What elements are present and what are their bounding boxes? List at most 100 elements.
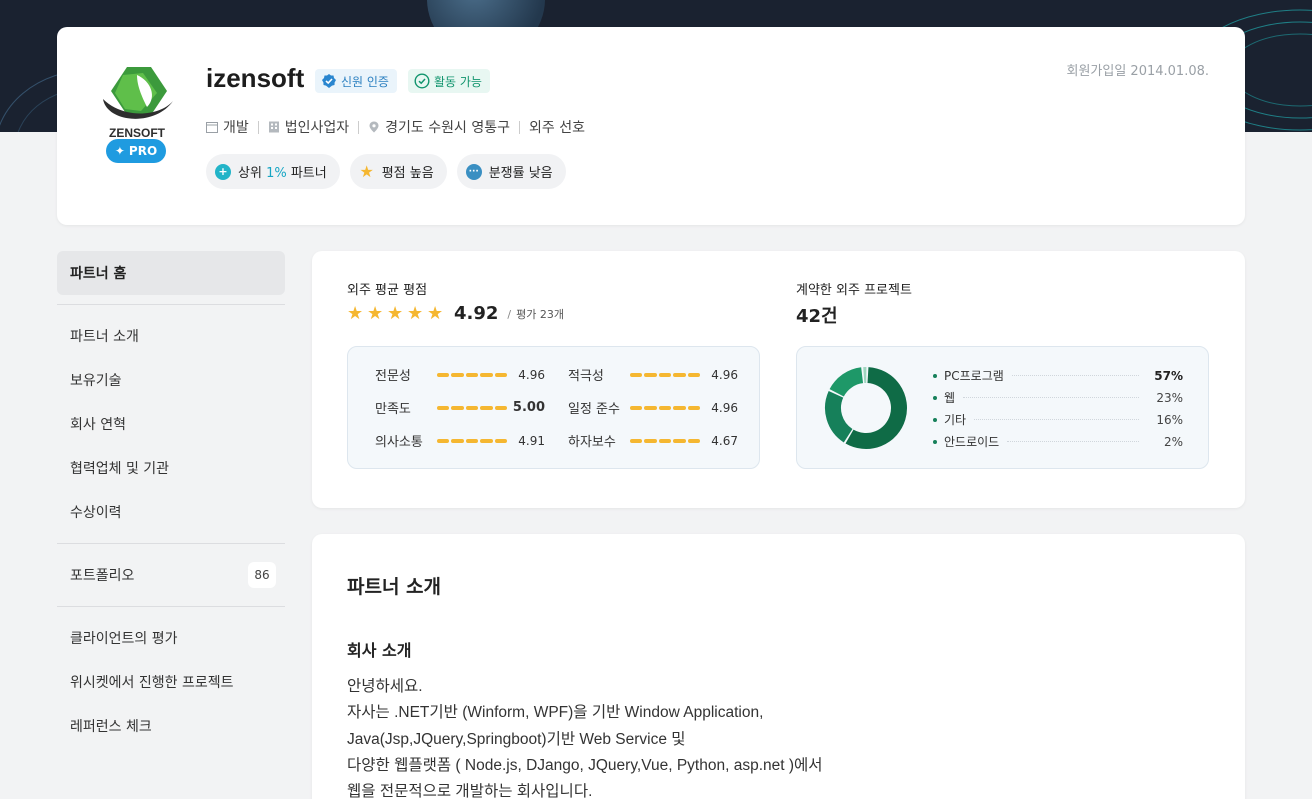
score-value: 4.96: [518, 367, 545, 382]
rating-count-label: 평가 23개: [516, 307, 564, 321]
star-icon: ★: [427, 303, 444, 324]
donut-slice-3: [829, 367, 864, 397]
score-value: 4.96: [711, 400, 738, 415]
partner-meta: 개발 법인사업자 경기도 수원시 영통구 외주 선호: [206, 117, 585, 137]
verified-label: 신원 인증: [341, 74, 389, 89]
score-row: 하자보수 4.67: [568, 431, 738, 451]
score-row: 적극성 4.96: [568, 365, 738, 385]
intro-line: 안녕하세요.: [347, 678, 423, 695]
score-row: 만족도 5.00: [375, 398, 545, 417]
legend-row: 웹 23%: [933, 389, 1183, 406]
rating-separator: /: [507, 307, 512, 321]
score-bar: [630, 405, 701, 410]
score-bar: [437, 438, 508, 443]
score-row: 전문성 4.96: [375, 365, 545, 385]
intro-line: 웹을 전문적으로 개발하는 회사입니다.: [347, 783, 593, 799]
check-circle-icon: [414, 73, 430, 89]
sidebar-item-wishket-projects[interactable]: 위시켓에서 진행한 프로젝트: [57, 660, 285, 704]
meta-category-label: 개발: [223, 120, 249, 136]
legend-dot: [933, 417, 937, 422]
score-value: 5.00: [512, 400, 545, 415]
pro-badge: ✦ PRO: [106, 139, 166, 163]
partner-stats-card: 외주 평균 평점 ★ ★ ★ ★ ★ 4.92 / 평가 23개 계약한 외주 프…: [312, 251, 1245, 508]
sidebar-item-partner-home[interactable]: 파트너 홈: [57, 251, 285, 295]
project-category-panel: PC프로그램 57% 웹 23% 기타 16% 안드로이드 2%: [796, 346, 1209, 469]
projects-count: 42건: [796, 306, 838, 327]
meta-separator: [358, 120, 360, 134]
score-label: 일정 준수: [568, 402, 620, 417]
sidebar-item-partners[interactable]: 협력업체 및 기관: [57, 446, 285, 490]
legend-row: 안드로이드 2%: [933, 433, 1183, 450]
legend-row: PC프로그램 57%: [933, 367, 1183, 384]
legend-percent: 57%: [1154, 368, 1183, 383]
availability-badge: 활동 가능: [408, 69, 490, 93]
logo-wordmark: ZENSOFT: [109, 126, 166, 140]
project-category-donut-chart: [825, 367, 907, 449]
join-date: 회원가입일 2014.01.08.: [1066, 64, 1210, 79]
availability-label: 활동 가능: [434, 74, 482, 89]
legend-leader: [1007, 441, 1139, 442]
intro-line: 자사는 .NET기반 (Winform, WPF)을 기반 Window App…: [347, 704, 764, 722]
intro-line: 다양한 웹플랫폼 ( Node.js, DJango, JQuery,Vue, …: [347, 756, 823, 774]
score-value: 4.91: [518, 433, 545, 448]
score-row: 의사소통 4.91: [375, 431, 545, 451]
score-label: 적극성: [568, 369, 604, 384]
sidebar-item-skills[interactable]: 보유기술: [57, 358, 285, 402]
verified-badge: 신원 인증: [315, 69, 397, 93]
score-bar: [630, 372, 701, 377]
building-icon: [268, 121, 279, 133]
partner-highlight-chips: + 상위 1% 파트너 ★ 평점 높음 ··· 분쟁률 낮음: [206, 154, 566, 189]
partner-sidebar-nav: 파트너 홈 파트너 소개 보유기술 회사 연혁 협력업체 및 기관 수상이력 포…: [57, 251, 285, 748]
score-label: 의사소통: [375, 435, 423, 450]
score-bar: [437, 372, 508, 377]
calendar-icon: [206, 122, 218, 133]
intro-line: Java(Jsp,JQuery,Springboot)기반 Web Servic…: [347, 730, 686, 748]
score-label: 하자보수: [568, 435, 616, 450]
average-rating: ★ ★ ★ ★ ★ 4.92 / 평가 23개: [347, 303, 564, 324]
legend-percent: 2%: [1163, 434, 1183, 449]
chip-top-partner: + 상위 1% 파트너: [206, 154, 340, 189]
sidebar-item-portfolio-label: 포트폴리오: [70, 568, 135, 584]
chip-dispute-low-label: 분쟁률 낮음: [488, 166, 553, 181]
sidebar-item-introduction[interactable]: 파트너 소개: [57, 314, 285, 358]
sidebar-divider: [57, 606, 285, 607]
sidebar-item-client-reviews[interactable]: 클라이언트의 평가: [57, 616, 285, 660]
pro-badge-label: PRO: [128, 144, 158, 158]
company-intro-text: 안녕하세요. 자사는 .NET기반 (Winform, WPF)을 기반 Win…: [347, 674, 823, 799]
sidebar-item-awards[interactable]: 수상이력: [57, 490, 285, 534]
plus-icon: +: [215, 163, 231, 180]
score-row: 일정 준수 4.96: [568, 398, 738, 418]
legend-leader: [1011, 375, 1139, 376]
section-title: 파트너 소개: [347, 576, 442, 598]
score-bar: [437, 405, 508, 410]
score-bar: [630, 438, 701, 443]
meta-separator: [519, 120, 520, 134]
star-icon: ★: [407, 303, 424, 324]
chip-top-value: 1%: [266, 166, 287, 181]
meta-location: 경기도 수원시 영통구: [368, 117, 510, 137]
star-icon: ★: [359, 162, 374, 181]
sidebar-item-history[interactable]: 회사 연혁: [57, 402, 285, 446]
meta-preference: 외주 선호: [529, 117, 585, 137]
meta-location-label: 경기도 수원시 영통구: [385, 120, 510, 136]
chat-bubble-icon: ···: [465, 163, 482, 180]
legend-dot: [933, 439, 937, 444]
legend-dot: [933, 395, 937, 400]
chip-dispute-low: ··· 분쟁률 낮음: [456, 154, 566, 189]
star-icon: ★: [387, 303, 404, 324]
meta-business-type: 법인사업자: [268, 117, 349, 137]
chip-top-text: 상위 1% 파트너: [238, 162, 327, 181]
portfolio-count-badge: 86: [248, 562, 276, 588]
score-label: 전문성: [375, 369, 411, 384]
donut-slice-2: [825, 391, 853, 443]
sidebar-divider: [57, 543, 285, 544]
legend-leader: [974, 419, 1139, 420]
sidebar-item-reference-check[interactable]: 레퍼런스 체크: [57, 704, 285, 748]
meta-preference-label: 외주 선호: [529, 120, 585, 136]
donut-slice-1: [845, 367, 907, 449]
sidebar-item-portfolio[interactable]: 포트폴리오 86: [57, 553, 285, 597]
company-intro-heading: 회사 소개: [347, 641, 412, 660]
score-value: 4.67: [711, 433, 738, 448]
legend-percent: 23%: [1156, 390, 1183, 405]
legend-percent: 16%: [1156, 412, 1183, 427]
